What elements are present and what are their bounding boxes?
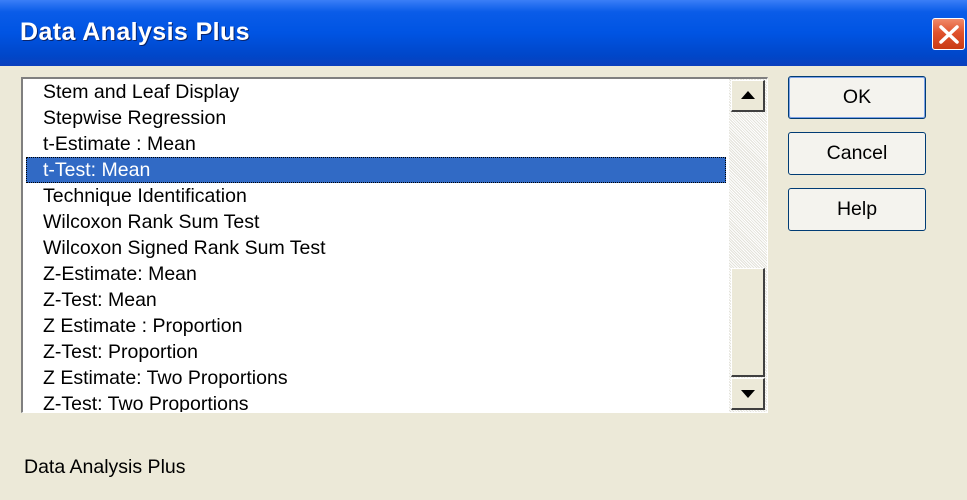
ok-button[interactable]: OK xyxy=(788,76,926,119)
status-text: Data Analysis Plus xyxy=(24,456,186,478)
technique-listbox[interactable]: Stem and Leaf Display Stepwise Regressio… xyxy=(21,77,768,413)
technique-list[interactable]: Stem and Leaf Display Stepwise Regressio… xyxy=(23,79,729,412)
list-item[interactable]: Stepwise Regression xyxy=(26,105,726,131)
title-bar[interactable]: Data Analysis Plus xyxy=(0,0,967,66)
close-icon xyxy=(939,25,959,44)
vertical-scrollbar[interactable] xyxy=(729,79,767,412)
list-item[interactable]: Technique Identification xyxy=(26,183,726,209)
list-item[interactable]: Z-Test: Proportion xyxy=(26,339,726,365)
list-item[interactable]: Z Estimate: Two Proportions xyxy=(26,365,726,391)
scroll-up-button[interactable] xyxy=(731,80,765,112)
close-button[interactable] xyxy=(932,18,965,50)
scrollbar-thumb[interactable] xyxy=(731,268,765,377)
cancel-button[interactable]: Cancel xyxy=(788,132,926,175)
list-item[interactable]: Z Estimate : Proportion xyxy=(26,313,726,339)
list-item[interactable]: t-Test: Mean xyxy=(26,157,726,183)
list-item[interactable]: Z-Test: Two Proportions xyxy=(26,391,726,412)
list-item[interactable]: Z-Test: Mean xyxy=(26,287,726,313)
help-button[interactable]: Help xyxy=(788,188,926,231)
list-item[interactable]: t-Estimate : Mean xyxy=(26,131,726,157)
window-title: Data Analysis Plus xyxy=(20,18,250,46)
scroll-down-arrow-icon xyxy=(741,390,755,398)
list-item[interactable]: Stem and Leaf Display xyxy=(26,79,726,105)
list-item[interactable]: Wilcoxon Signed Rank Sum Test xyxy=(26,235,726,261)
dialog-window: Data Analysis Plus Stem and Leaf Display… xyxy=(0,0,967,500)
list-item[interactable]: Z-Estimate: Mean xyxy=(26,261,726,287)
scroll-down-button[interactable] xyxy=(731,378,765,410)
scroll-up-arrow-icon xyxy=(741,91,755,99)
list-item[interactable]: Wilcoxon Rank Sum Test xyxy=(26,209,726,235)
